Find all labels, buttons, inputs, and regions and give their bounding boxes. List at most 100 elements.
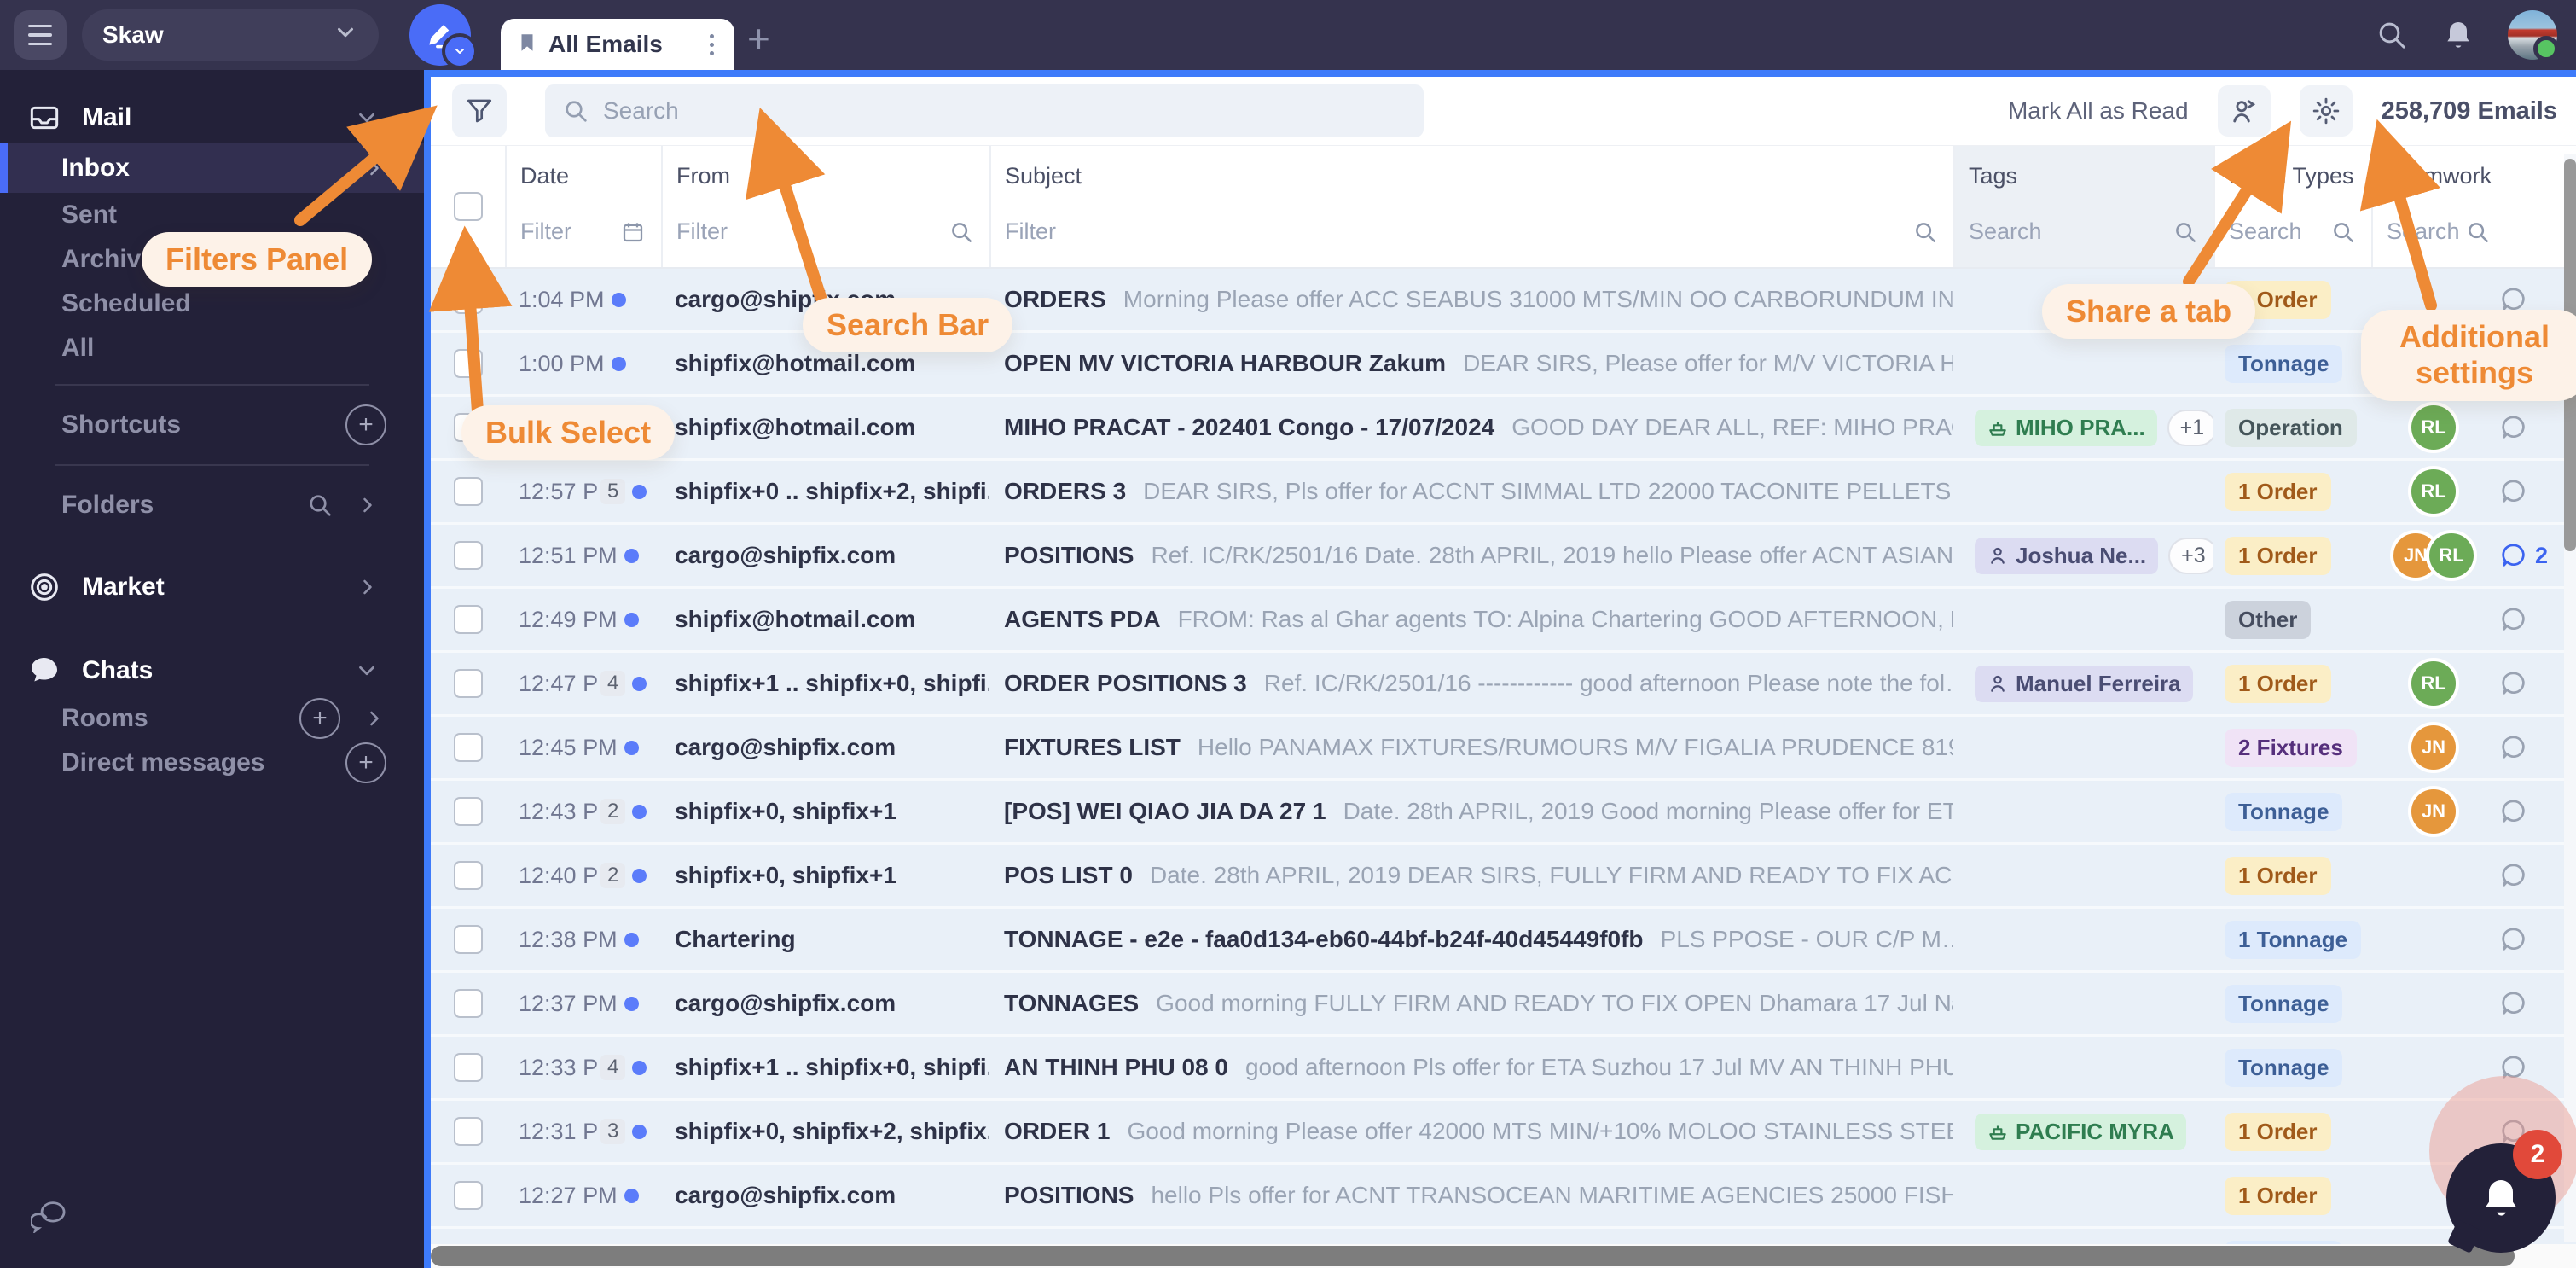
tag-overflow-badge[interactable]: +1 (2167, 410, 2213, 446)
email-type-badge[interactable]: 1 Order (2225, 473, 2331, 511)
add-dm-button[interactable]: + (345, 742, 386, 783)
row-checkbox[interactable] (454, 1181, 483, 1210)
comment-button[interactable]: 2 (2499, 541, 2548, 570)
row-checkbox[interactable] (454, 733, 483, 762)
email-type-badge[interactable]: 1 Order (2225, 1177, 2331, 1215)
subject-filter-input[interactable]: Filter (1005, 218, 1056, 245)
row-checkbox[interactable] (454, 349, 483, 378)
column-tags[interactable]: Tags Search (1953, 146, 2213, 267)
email-row[interactable]: 12:47 PM4shipfix+1 .. shipfix+0, shipfi.… (431, 653, 2576, 717)
chevron-down-icon[interactable] (354, 105, 380, 131)
email-row[interactable]: 12:27 PMcargo@shipfix.comPOSITIONShello … (431, 1165, 2576, 1229)
add-shortcut-button[interactable]: + (345, 404, 386, 445)
email-type-badge[interactable]: Tonnage (2225, 985, 2342, 1023)
tab-all-emails[interactable]: All Emails (501, 19, 734, 70)
email-row[interactable]: 12:40 PM2shipfix+0, shipfix+1POS LIST 0D… (431, 845, 2576, 909)
sidebar-item-folders[interactable]: Folders (0, 480, 424, 531)
email-type-badge[interactable]: 1 Tonnage (2225, 921, 2361, 959)
mark-all-as-read-button[interactable]: Mark All as Read (2008, 97, 2189, 125)
teamwork-filter-input[interactable]: Search (2387, 218, 2460, 245)
comment-button[interactable] (2499, 605, 2528, 634)
global-search-icon[interactable] (2375, 18, 2409, 52)
filters-panel-button[interactable] (452, 84, 507, 137)
sidebar-item-shortcuts[interactable]: Shortcuts + (0, 399, 424, 451)
comment-button[interactable] (2499, 925, 2528, 954)
compose-options-chevron[interactable] (442, 33, 478, 69)
from-filter-input[interactable]: Filter (676, 218, 728, 245)
email-type-badge[interactable]: Operation (2225, 409, 2357, 447)
sidebar-item-direct-messages[interactable]: Direct messages + (0, 741, 424, 785)
sidebar-item-inbox[interactable]: Inbox (0, 143, 424, 193)
list-settings-button[interactable] (2300, 85, 2353, 137)
email-type-badge[interactable]: Tonnage (2225, 345, 2342, 383)
row-checkbox[interactable] (454, 541, 483, 570)
sidebar-section-chats[interactable]: Chats (0, 645, 424, 696)
chevron-right-icon[interactable] (363, 707, 386, 730)
email-types-filter-input[interactable]: Search (2229, 218, 2302, 245)
search-icon[interactable] (949, 219, 974, 245)
email-row[interactable]: 1:00 PMshipfix@hotmail.comOPEN MV VICTOR… (431, 333, 2576, 397)
column-email-types[interactable]: Email Types Search (2213, 146, 2371, 267)
email-row[interactable]: shipfix@hotmail.comMIHO PRACAT - 202401 … (431, 397, 2576, 461)
search-icon[interactable] (2173, 219, 2198, 245)
comment-button[interactable] (2499, 861, 2528, 890)
tag-overflow-badge[interactable]: +3 (2168, 538, 2213, 574)
chevron-right-icon[interactable] (356, 493, 380, 517)
sidebar-section-market[interactable]: Market (0, 561, 424, 613)
row-checkbox[interactable] (454, 477, 483, 506)
compose-button[interactable] (409, 4, 471, 66)
tags-filter-input[interactable]: Search (1969, 218, 2042, 245)
search-icon[interactable] (2465, 219, 2491, 245)
row-checkbox[interactable] (454, 861, 483, 890)
email-row[interactable]: 12:57 PM5shipfix+0 .. shipfix+2, shipfi.… (431, 461, 2576, 525)
sidebar-item-rooms[interactable]: Rooms + (0, 696, 424, 741)
comment-button[interactable] (2499, 733, 2528, 762)
user-avatar[interactable] (2508, 10, 2557, 60)
tag-badge[interactable]: Joshua Ne... (1975, 538, 2158, 574)
row-checkbox[interactable] (454, 1053, 483, 1082)
row-checkbox[interactable] (454, 285, 483, 314)
tag-badge[interactable]: PACIFIC MYRA (1975, 1114, 2186, 1150)
calendar-icon[interactable] (620, 219, 646, 245)
email-type-badge[interactable]: Tonnage (2225, 793, 2342, 831)
email-type-badge[interactable]: Tonnage (2225, 1049, 2342, 1087)
email-type-badge[interactable]: 1 Order (2225, 665, 2331, 703)
tab-menu-button[interactable] (705, 29, 719, 61)
column-subject[interactable]: Subject Filter (989, 146, 1953, 267)
chevron-right-icon[interactable] (356, 575, 380, 599)
horizontal-scrollbar-thumb[interactable] (431, 1246, 2515, 1266)
new-tab-button[interactable]: + (747, 15, 770, 61)
comment-button[interactable] (2499, 797, 2528, 826)
email-row[interactable]: 12:31 PM3shipfix+0, shipfix+2, shipfix..… (431, 1101, 2576, 1165)
email-type-badge[interactable]: 2 Fixtures (2225, 729, 2357, 767)
email-row[interactable]: 12:33 PM4shipfix+1 .. shipfix+0, shipfi.… (431, 1037, 2576, 1101)
search-bar[interactable] (545, 84, 1424, 137)
search-icon[interactable] (1912, 219, 1938, 245)
sidebar-item-sent[interactable]: Sent (0, 193, 424, 237)
email-type-badge[interactable]: 1 Order (2225, 537, 2331, 575)
email-row[interactable]: 12:45 PMcargo@shipfix.comFIXTURES LISTHe… (431, 717, 2576, 781)
comment-button[interactable] (2499, 669, 2528, 698)
comment-button[interactable] (2499, 477, 2528, 506)
email-row[interactable]: 12:51 PMcargo@shipfix.comPOSITIONSRef. I… (431, 525, 2576, 589)
row-checkbox[interactable] (454, 605, 483, 634)
select-all-checkbox[interactable] (454, 192, 483, 221)
date-filter-input[interactable]: Filter (520, 218, 571, 245)
search-icon[interactable] (306, 491, 334, 519)
tag-badge[interactable]: Manuel Ferreira (1975, 666, 2193, 702)
email-row[interactable]: 12:38 PMCharteringTONNAGE - e2e - faa0d1… (431, 909, 2576, 973)
chevron-down-icon[interactable] (354, 658, 380, 683)
email-row[interactable]: 12:49 PMshipfix@hotmail.comAGENTS PDAFRO… (431, 589, 2576, 653)
column-date[interactable]: Date Filter (505, 146, 661, 267)
add-room-button[interactable]: + (299, 698, 340, 739)
email-row[interactable]: 12:37 PMcargo@shipfix.comTONNAGESGood mo… (431, 973, 2576, 1037)
row-checkbox[interactable] (454, 669, 483, 698)
workspace-selector[interactable]: Skaw (82, 9, 379, 61)
feedback-chat-icon[interactable] (31, 1199, 70, 1237)
column-teamwork[interactable]: Teamwork Search (2371, 146, 2576, 267)
row-checkbox[interactable] (454, 797, 483, 826)
email-type-badge[interactable]: 1 Order (2225, 857, 2331, 895)
comment-button[interactable] (2499, 413, 2528, 442)
row-checkbox[interactable] (454, 989, 483, 1018)
search-input[interactable] (601, 96, 1372, 125)
